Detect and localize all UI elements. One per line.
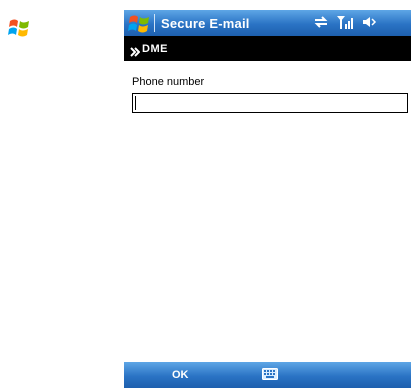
phone-number-label: Phone number — [132, 76, 205, 88]
windows-logo-icon — [8, 16, 30, 38]
text-caret — [135, 96, 136, 110]
signal-strength-icon[interactable] — [336, 14, 354, 30]
status-icons[interactable] — [313, 14, 377, 30]
soft-key-bar: OK — [124, 362, 411, 388]
title-bar: Secure E-mail — [124, 10, 411, 36]
speaker-icon[interactable] — [361, 14, 377, 30]
start-menu-icon[interactable] — [128, 12, 150, 34]
title-separator — [154, 14, 155, 32]
ok-softkey-button[interactable]: OK — [172, 369, 189, 381]
connectivity-icon[interactable] — [313, 14, 329, 30]
dme-logo-icon — [130, 44, 141, 57]
app-title: Secure E-mail — [161, 15, 250, 31]
brand-bar: DME — [124, 36, 411, 61]
phone-number-input[interactable] — [132, 93, 408, 113]
device-screen: Secure E-mail DME Phone number OK — [124, 10, 411, 388]
keyboard-icon[interactable] — [262, 367, 278, 386]
brand-name: DME — [142, 42, 168, 55]
